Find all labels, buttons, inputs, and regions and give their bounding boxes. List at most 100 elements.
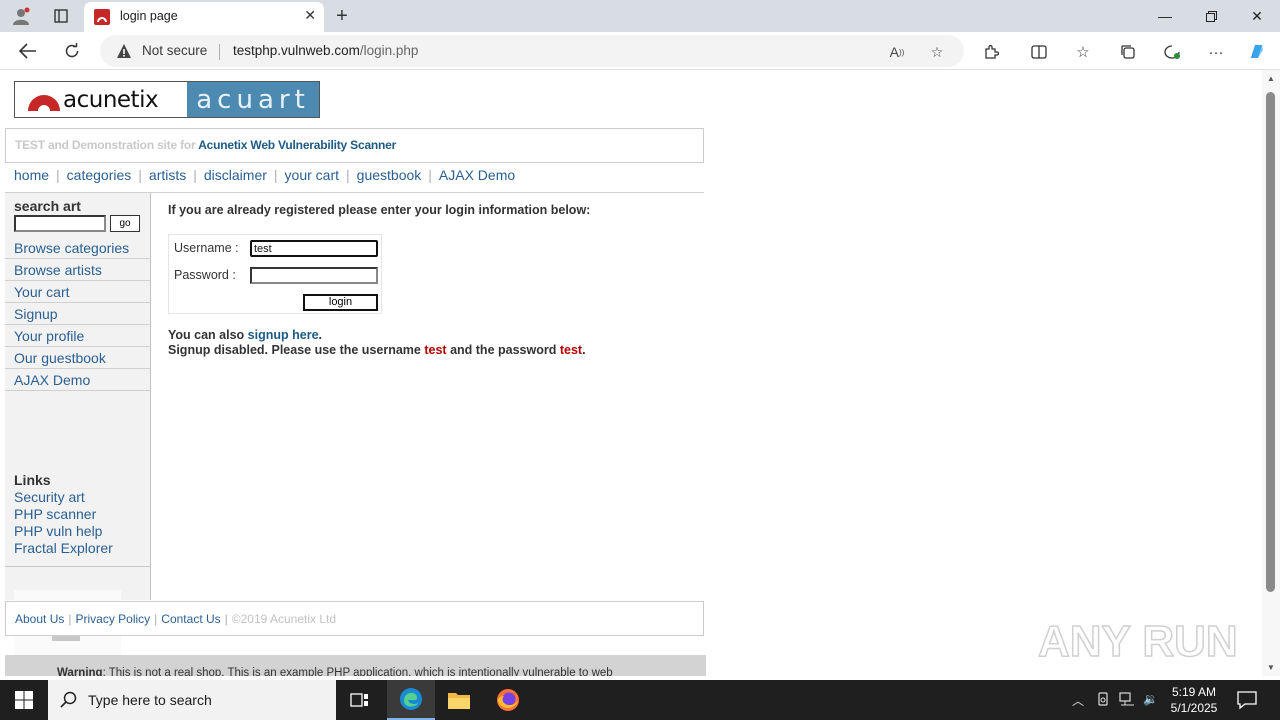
warning-message: : This is not a real shop. This is an ex… (102, 667, 613, 676)
search-go-button[interactable]: go (110, 215, 140, 232)
password-field[interactable] (250, 267, 378, 284)
network-icon[interactable] (1119, 692, 1135, 709)
logo-acunetix-text: acunetix (63, 86, 159, 113)
read-aloud-icon[interactable]: A)) (886, 41, 908, 63)
username-field[interactable] (250, 240, 378, 257)
nav-ajax-demo[interactable]: AJAX Demo (439, 167, 515, 183)
footer-copyright: ©2019 Acunetix Ltd (231, 612, 337, 626)
nav-categories[interactable]: categories (67, 167, 132, 183)
site-footer: About Us | Privacy Policy | Contact Us | ©2… (5, 601, 704, 636)
restore-icon[interactable] (1188, 0, 1234, 32)
password-label: Password : (174, 268, 236, 282)
signup-info: You can also signup here. Signup disable… (168, 328, 586, 358)
disabled-suffix: . (582, 343, 586, 357)
login-form: Username : Password : login (168, 234, 382, 314)
windows-logo-icon (15, 691, 33, 709)
extensions-icon[interactable] (979, 40, 1003, 64)
footer-about-us[interactable]: About Us (15, 612, 64, 626)
browser-essentials-icon[interactable] (1160, 40, 1184, 64)
tray-device-icon[interactable] (1096, 692, 1110, 709)
link-php-scanner[interactable]: PHP scanner (14, 506, 113, 523)
link-php-vuln-help[interactable]: PHP vuln help (14, 523, 113, 540)
browser-tab-active[interactable]: login page ✕ (84, 2, 324, 32)
refresh-icon[interactable] (59, 39, 85, 63)
sidebar-item-ajax-demo[interactable]: AJAX Demo (5, 369, 151, 391)
scroll-up-icon[interactable]: ▲ (1267, 74, 1275, 83)
tab-close-icon[interactable]: ✕ (304, 7, 316, 24)
tagline-scanner-link[interactable]: Acunetix Web Vulnerability Scanner (198, 138, 396, 152)
nav-home[interactable]: home (14, 167, 49, 183)
split-screen-icon[interactable] (1027, 40, 1051, 64)
favorites-icon[interactable]: ☆ (1071, 40, 1095, 64)
copilot-icon[interactable] (1245, 40, 1269, 64)
sidebar-item-browse-artists[interactable]: Browse artists (5, 259, 151, 281)
tab-actions-icon[interactable] (48, 4, 74, 28)
nav-separator: | (346, 167, 350, 183)
url-path: /login.php (359, 43, 419, 58)
footer-separator: | (154, 612, 158, 626)
settings-more-icon[interactable]: ··· (1204, 40, 1228, 64)
nav-guestbook[interactable]: guestbook (357, 167, 422, 183)
favorite-star-icon[interactable]: ☆ (926, 41, 948, 63)
sidebar-item-browse-categories[interactable]: Browse categories (5, 237, 151, 259)
new-tab-icon[interactable]: + (330, 3, 354, 29)
taskbar-search[interactable]: Type here to search (48, 680, 336, 720)
footer-separator: | (68, 612, 72, 626)
warning-label: Warning (57, 667, 103, 676)
footer-separator: | (224, 612, 228, 626)
logo-acuart-text: acuart (196, 84, 310, 115)
windows-taskbar: Type here to search ︿ 🔉 5:19 AM 5/1/2025 (0, 680, 1280, 720)
close-window-icon[interactable]: ✕ (1234, 0, 1280, 32)
signup-here-link[interactable]: signup here (248, 328, 319, 342)
url-host: testphp.vulnweb.com (233, 43, 360, 58)
footer-contact-us[interactable]: Contact Us (161, 612, 220, 626)
sidebar-item-your-cart[interactable]: Your cart (5, 281, 151, 303)
login-button[interactable]: login (303, 294, 378, 311)
tagline-prefix: TEST and Demonstration site for (15, 138, 196, 152)
link-security-art[interactable]: Security art (14, 489, 113, 506)
sidebar-item-signup[interactable]: Signup (5, 303, 151, 325)
username-label: Username : (174, 241, 239, 255)
nav-separator: | (273, 167, 278, 183)
edge-taskbar-icon[interactable] (387, 680, 435, 720)
site-logo[interactable]: acunetix acuart (14, 81, 320, 118)
sidebar-item-your-profile[interactable]: Your profile (5, 325, 151, 347)
nav-separator: | (428, 167, 432, 183)
footer-privacy-policy[interactable]: Privacy Policy (75, 612, 150, 626)
back-icon[interactable] (15, 39, 41, 63)
start-button[interactable] (0, 680, 48, 720)
nav-disclaimer[interactable]: disclaimer (204, 167, 267, 183)
nav-separator: | (193, 167, 197, 183)
minimize-icon[interactable]: — (1142, 0, 1188, 32)
site-header: TEST and Demonstration site for Acunetix… (5, 128, 704, 163)
notifications-icon[interactable] (1236, 690, 1258, 710)
profile-icon[interactable] (8, 4, 34, 28)
top-navigation: home | categories | artists | disclaimer | y… (14, 165, 515, 185)
file-explorer-icon[interactable] (435, 680, 483, 720)
url-text[interactable]: testphp.vulnweb.com/login.php (233, 43, 418, 58)
scroll-down-icon[interactable]: ▼ (1267, 663, 1275, 672)
task-view-icon[interactable] (336, 680, 384, 720)
search-art-input[interactable] (14, 215, 106, 232)
sidebar-item-our-guestbook[interactable]: Our guestbook (5, 347, 151, 369)
acunetix-favicon-icon (94, 9, 110, 25)
not-secure-label[interactable]: Not secure (142, 43, 207, 58)
links-list: Security art PHP scanner PHP vuln help F… (14, 489, 113, 557)
signup-line: You can also signup here. (168, 328, 586, 343)
acuart-logo: acuart (187, 82, 319, 117)
nav-your-cart[interactable]: your cart (285, 167, 339, 183)
volume-icon[interactable]: 🔉 (1143, 692, 1158, 706)
address-bar[interactable]: Not secure testphp.vulnweb.com/login.php… (100, 35, 964, 67)
link-fractal-explorer[interactable]: Fractal Explorer (14, 540, 113, 557)
nav-artists[interactable]: artists (149, 167, 186, 183)
demo-password: test (559, 343, 583, 357)
system-clock[interactable]: 5:19 AM 5/1/2025 (1166, 684, 1222, 716)
tab-title: login page (120, 9, 178, 23)
firefox-icon[interactable] (484, 680, 532, 720)
acunetix-logo: acunetix (15, 82, 187, 117)
scrollbar-thumb[interactable] (1266, 92, 1275, 592)
warning-icon[interactable] (116, 43, 132, 59)
collections-icon[interactable] (1116, 40, 1140, 64)
page-scrollbar[interactable]: ▲ ▼ (1262, 70, 1280, 676)
tray-overflow-icon[interactable]: ︿ (1072, 692, 1084, 709)
